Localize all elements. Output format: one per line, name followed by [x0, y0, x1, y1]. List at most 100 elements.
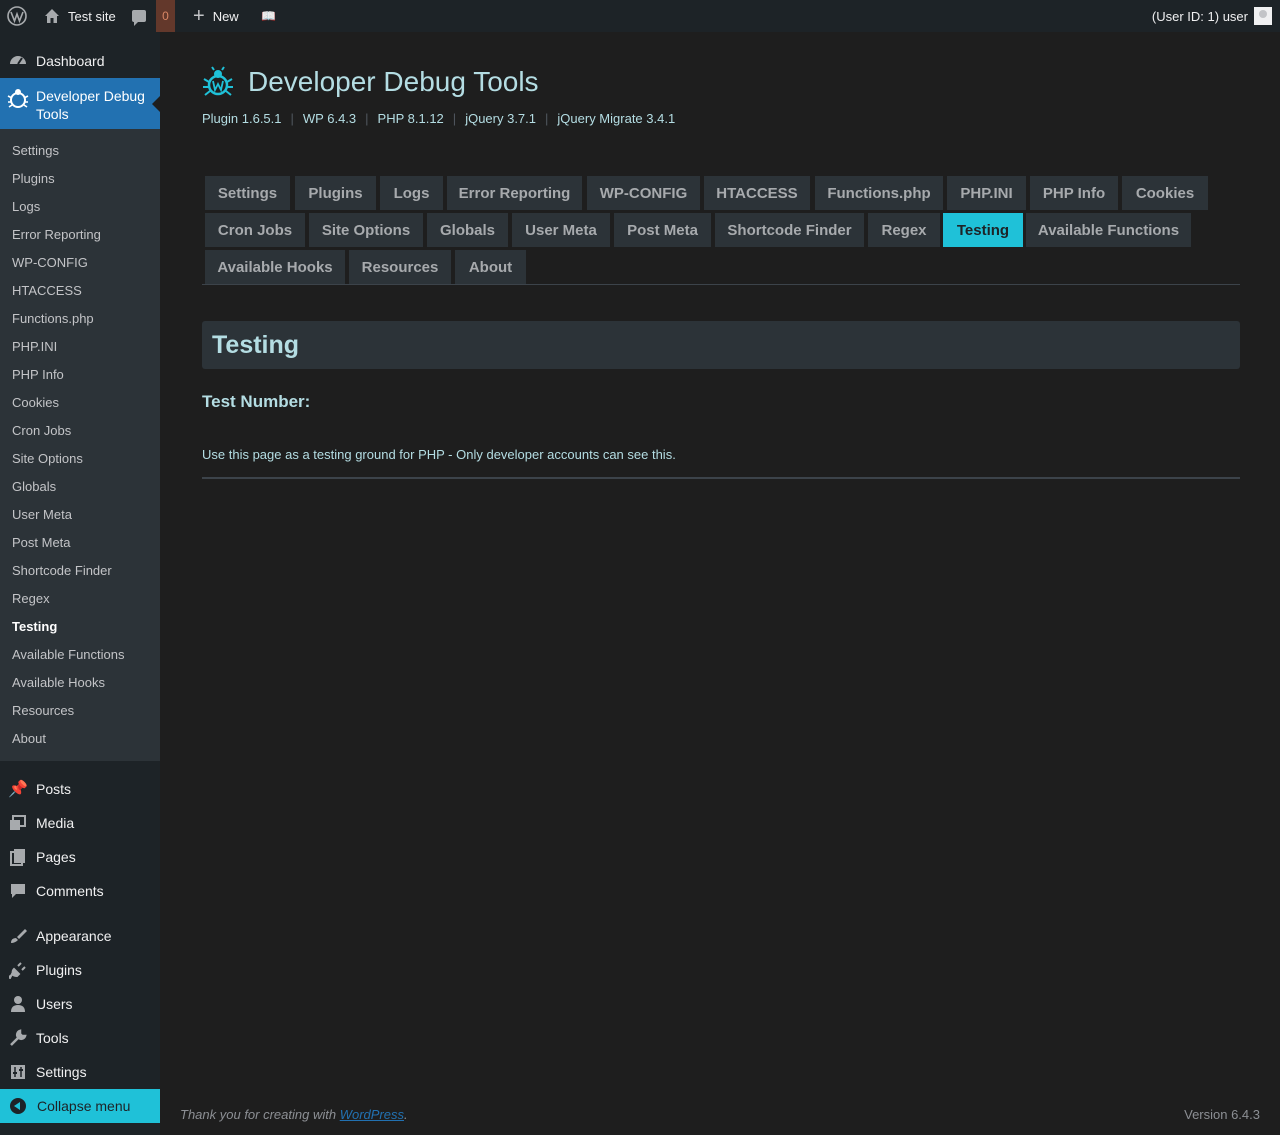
- tab-cookies[interactable]: Cookies: [1122, 176, 1208, 210]
- submenu-item-settings[interactable]: Settings: [12, 143, 59, 158]
- tab-about[interactable]: About: [455, 250, 526, 284]
- site-name-link[interactable]: Test site: [44, 0, 116, 32]
- tab-php-info[interactable]: PHP Info: [1030, 176, 1118, 210]
- collapse-menu-button[interactable]: Collapse menu: [0, 1089, 160, 1123]
- dashboard-icon: [8, 51, 28, 71]
- tab-cron-jobs[interactable]: Cron Jobs: [205, 213, 305, 247]
- submenu-item-available-hooks[interactable]: Available Hooks: [12, 675, 105, 690]
- version-jquery: jQuery 3.7.1: [465, 111, 537, 126]
- tab-functions-php[interactable]: Functions.php: [815, 176, 943, 210]
- tab-available-hooks[interactable]: Available Hooks: [205, 250, 345, 284]
- menu-developer-debug-tools-label: Developer Debug Tools: [36, 88, 145, 122]
- menu-settings[interactable]: Settings: [0, 1055, 160, 1089]
- tab-htaccess[interactable]: HTACCESS: [704, 176, 810, 210]
- footer-thanks-prefix: Thank you for creating with: [180, 1107, 340, 1122]
- tab-post-meta[interactable]: Post Meta: [614, 213, 711, 247]
- brush-icon: [8, 926, 28, 946]
- menu-developer-debug-tools[interactable]: Developer Debug Tools: [0, 78, 160, 129]
- submenu-item-htaccess[interactable]: HTACCESS: [12, 283, 82, 298]
- footer-version: Version 6.4.3: [1184, 1107, 1260, 1122]
- main-content: Developer Debug Tools Plugin 1.6.5.1 | WP…: [160, 32, 1280, 1135]
- menu-users[interactable]: Users: [0, 987, 160, 1021]
- page-header: Developer Debug Tools: [202, 66, 539, 98]
- tab-regex[interactable]: Regex: [868, 213, 940, 247]
- current-menu-arrow: [152, 96, 160, 112]
- version-jquery-migrate: jQuery Migrate 3.4.1: [557, 111, 676, 126]
- submenu-item-globals[interactable]: Globals: [12, 479, 56, 494]
- tab-resources[interactable]: Resources: [349, 250, 451, 284]
- menu-posts-label: Posts: [36, 781, 72, 797]
- plugin-icon: [8, 960, 28, 980]
- menu-tools[interactable]: Tools: [0, 1021, 160, 1055]
- submenu-item-available-functions[interactable]: Available Functions: [12, 647, 125, 662]
- tab-plugins[interactable]: Plugins: [295, 176, 376, 210]
- menu-users-label: Users: [36, 996, 73, 1012]
- version-php: PHP 8.1.12: [377, 111, 444, 126]
- tab-site-options[interactable]: Site Options: [309, 213, 423, 247]
- submenu-item-plugins[interactable]: Plugins: [12, 171, 55, 186]
- menu-comments[interactable]: Comments: [0, 874, 160, 908]
- tab-php-ini[interactable]: PHP.INI: [947, 176, 1026, 210]
- submenu-item-cookies[interactable]: Cookies: [12, 395, 59, 410]
- book-icon[interactable]: 📖: [261, 0, 276, 32]
- submenu-item-testing[interactable]: Testing: [12, 619, 57, 634]
- submenu-item-cron-jobs[interactable]: Cron Jobs: [12, 423, 71, 438]
- menu-appearance[interactable]: Appearance: [0, 919, 160, 953]
- submenu-item-about[interactable]: About: [12, 731, 46, 746]
- submenu-item-error-reporting[interactable]: Error Reporting: [12, 227, 101, 242]
- tab-globals[interactable]: Globals: [427, 213, 508, 247]
- menu-posts[interactable]: 📌 Posts: [0, 772, 160, 806]
- submenu-item-site-options[interactable]: Site Options: [12, 451, 83, 466]
- admin-bar: Test site 0 + New 📖 (User ID: 1) user: [0, 0, 1280, 32]
- wrench-icon: [8, 1028, 28, 1048]
- submenu-item-post-meta[interactable]: Post Meta: [12, 535, 71, 550]
- menu-plugins[interactable]: Plugins: [0, 953, 160, 987]
- media-icon: [8, 813, 28, 833]
- submenu-item-wp-config[interactable]: WP-CONFIG: [12, 255, 88, 270]
- bug-icon: [203, 66, 233, 96]
- submenu-item-user-meta[interactable]: User Meta: [12, 507, 72, 522]
- home-icon: [45, 9, 59, 23]
- test-number-label: Test Number:: [202, 392, 311, 411]
- submenu-item-shortcode-finder[interactable]: Shortcode Finder: [12, 563, 112, 578]
- menu-pages[interactable]: Pages: [0, 840, 160, 874]
- comments-link[interactable]: 0: [132, 0, 175, 32]
- tab-settings[interactable]: Settings: [205, 176, 290, 210]
- menu-dashboard-label: Dashboard: [36, 53, 105, 69]
- user-account-link[interactable]: (User ID: 1) user: [1152, 0, 1272, 32]
- pages-icon: [8, 847, 28, 867]
- user-label: (User ID: 1) user: [1151, 8, 1248, 24]
- collapse-arrow-icon: [10, 1098, 26, 1114]
- plus-icon: +: [193, 5, 205, 27]
- wordpress-link[interactable]: WordPress: [340, 1107, 404, 1122]
- admin-sidebar: Dashboard Developer Debug Tools Settings…: [0, 32, 160, 1135]
- tab-available-functions[interactable]: Available Functions: [1026, 213, 1191, 247]
- menu-dashboard[interactable]: Dashboard: [0, 44, 160, 78]
- tab-shortcode-finder[interactable]: Shortcode Finder: [715, 213, 864, 247]
- menu-comments-label: Comments: [36, 883, 104, 899]
- settings-icon: [8, 1062, 28, 1082]
- submenu-item-functions-php[interactable]: Functions.php: [12, 311, 94, 326]
- version-info: Plugin 1.6.5.1 | WP 6.4.3 | PHP 8.1.12 | jQ…: [202, 111, 676, 126]
- page-title: Developer Debug Tools: [248, 66, 539, 97]
- menu-media-label: Media: [36, 815, 75, 831]
- tab-wp-config[interactable]: WP-CONFIG: [587, 176, 700, 210]
- tab-error-reporting[interactable]: Error Reporting: [447, 176, 582, 210]
- footer-thanks-suffix: .: [404, 1107, 408, 1122]
- tab-bar: Settings Plugins Logs Error Reporting WP…: [202, 176, 1240, 285]
- tab-testing[interactable]: Testing: [943, 213, 1023, 247]
- new-content-link[interactable]: + New: [193, 0, 239, 32]
- users-icon: [8, 994, 28, 1014]
- tab-user-meta[interactable]: User Meta: [512, 213, 610, 247]
- submenu-item-logs[interactable]: Logs: [12, 199, 40, 214]
- submenu-item-php-info[interactable]: PHP Info: [12, 367, 64, 382]
- submenu-item-php-ini[interactable]: PHP.INI: [12, 339, 57, 354]
- submenu-item-regex[interactable]: Regex: [12, 591, 50, 606]
- section-title: Testing: [212, 331, 300, 359]
- bug-icon: [6, 86, 30, 110]
- submenu-item-resources[interactable]: Resources: [12, 703, 74, 718]
- menu-media[interactable]: Media: [0, 806, 160, 840]
- tab-logs[interactable]: Logs: [380, 176, 443, 210]
- wordpress-logo-icon[interactable]: [7, 0, 27, 32]
- comment-icon: [132, 10, 146, 26]
